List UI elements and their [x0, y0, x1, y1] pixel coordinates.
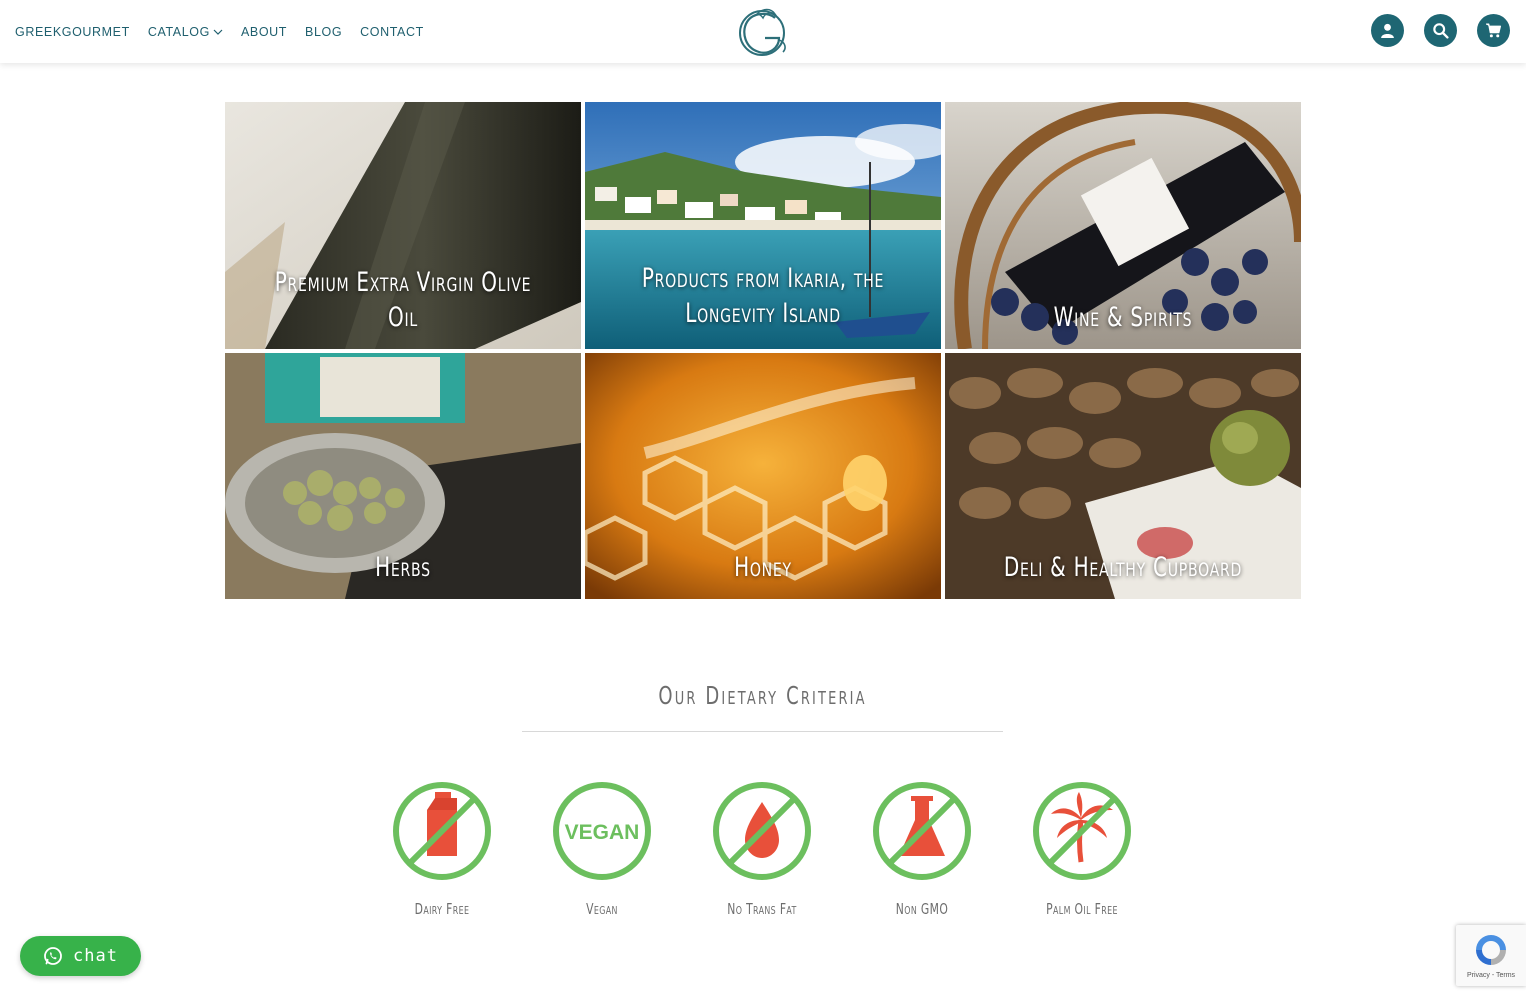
- category-title: Wine & Spirits: [1053, 302, 1193, 333]
- recaptcha-links: Privacy - Terms: [1466, 972, 1516, 979]
- category-title: Deli & Healthy Cupboard: [1003, 552, 1243, 583]
- nav-blog[interactable]: BLOG: [305, 25, 342, 39]
- criterion-label: No Trans Fat: [727, 900, 797, 918]
- category-olive-oil[interactable]: Premium Extra Virgin Olive Oil: [225, 102, 581, 349]
- nav-label: GREEKGOURMET: [15, 24, 130, 39]
- criterion-non-gmo: Non GMO: [862, 780, 982, 918]
- category-title: Products from Ikaria, the Longevity Isla…: [641, 263, 885, 329]
- vegan-badge-text: VEGAN: [565, 821, 640, 844]
- main-nav: GREEKGOURMET CATALOG ABOUT BLOG CONTACT: [15, 0, 442, 63]
- criterion-label: Palm Oil Free: [1046, 900, 1118, 918]
- category-ikaria[interactable]: Products from Ikaria, the Longevity Isla…: [585, 102, 941, 349]
- account-button[interactable]: [1371, 14, 1404, 47]
- site-header: GREEKGOURMET CATALOG ABOUT BLOG CONTACT: [0, 0, 1526, 63]
- whatsapp-icon: [44, 947, 62, 965]
- section-divider: [522, 731, 1003, 732]
- nav-label: ABOUT: [240, 24, 288, 39]
- nav-label: BLOG: [305, 24, 343, 39]
- category-honey[interactable]: Honey: [585, 353, 941, 599]
- site-logo[interactable]: [735, 4, 791, 60]
- category-deli[interactable]: Deli & Healthy Cupboard: [945, 353, 1301, 599]
- no-trans-fat-icon: [713, 782, 811, 880]
- criterion-dairy-free: Dairy Free: [382, 780, 502, 918]
- nav-label: CATALOG: [147, 24, 210, 39]
- recaptcha-icon: [1476, 935, 1506, 965]
- dietary-section-title: Our Dietary Criteria: [658, 681, 867, 710]
- recaptcha-badge[interactable]: Privacy - Terms: [1456, 925, 1526, 986]
- vegan-icon: VEGAN: [553, 782, 651, 880]
- header-actions: [1351, 14, 1510, 47]
- dietary-criteria-list: Dairy Free VEGAN Vegan No Trans Fat Non …: [382, 780, 1142, 918]
- search-button[interactable]: [1424, 14, 1457, 47]
- nav-catalog[interactable]: CATALOG: [148, 25, 223, 39]
- search-icon: [1433, 23, 1449, 39]
- nav-greekgourmet[interactable]: GREEKGOURMET: [15, 25, 130, 39]
- nav-about[interactable]: ABOUT: [241, 25, 287, 39]
- category-wine-spirits[interactable]: Wine & Spirits: [945, 102, 1301, 349]
- non-gmo-icon: [873, 782, 971, 880]
- chat-label: chat: [73, 946, 118, 966]
- chat-button[interactable]: chat: [20, 936, 141, 976]
- criterion-label: Vegan: [586, 900, 618, 918]
- chevron-down-icon: [213, 29, 223, 35]
- category-title: Herbs: [375, 552, 431, 583]
- nav-label: CONTACT: [360, 24, 424, 39]
- category-herbs[interactable]: Herbs: [225, 353, 581, 599]
- criterion-no-trans-fat: No Trans Fat: [702, 780, 822, 918]
- palm-oil-free-icon: [1033, 782, 1131, 880]
- cart-button[interactable]: [1477, 14, 1510, 47]
- user-icon: [1381, 23, 1394, 38]
- criterion-label: Non GMO: [895, 900, 949, 918]
- criterion-label: Dairy Free: [414, 900, 470, 918]
- dairy-free-icon: [393, 782, 491, 880]
- category-title: Premium Extra Virgin Olive Oil: [274, 267, 532, 333]
- category-grid: Premium Extra Virgin Olive Oil Products …: [225, 102, 1301, 599]
- nav-contact[interactable]: CONTACT: [360, 25, 424, 39]
- category-title: Honey: [734, 552, 792, 583]
- cart-icon: [1486, 23, 1502, 38]
- criterion-vegan: VEGAN Vegan: [542, 780, 662, 918]
- criterion-palm-oil-free: Palm Oil Free: [1022, 780, 1142, 918]
